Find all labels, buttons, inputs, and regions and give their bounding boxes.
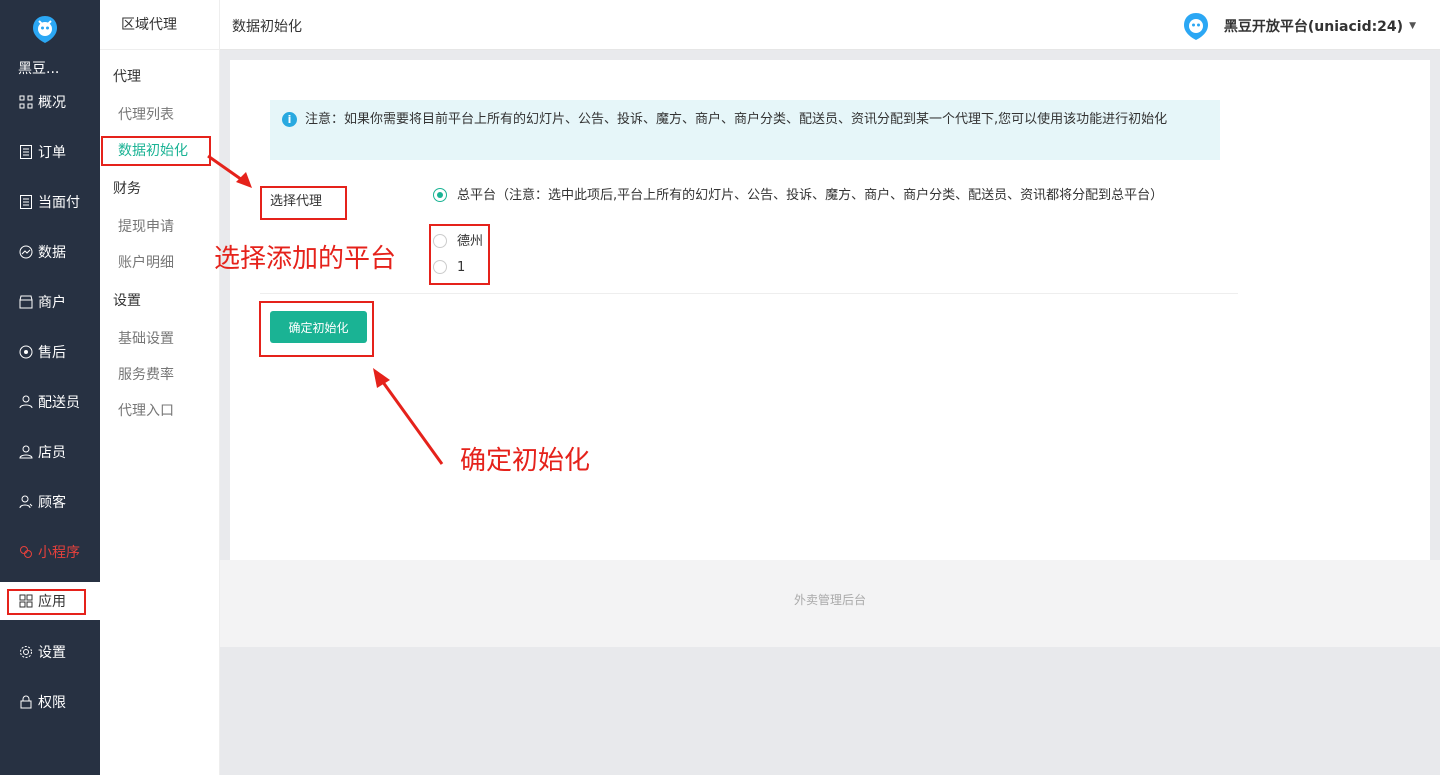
nav-label: 数据 <box>38 245 66 261</box>
divider <box>260 293 1238 294</box>
nav-item-store[interactable]: 商户 <box>0 277 100 327</box>
nav-label: 店员 <box>38 445 66 461</box>
nav-label: 小程序 <box>38 545 80 561</box>
brand-name: 黑豆... <box>18 61 60 77</box>
nav-item-settings[interactable]: 设置 <box>0 627 100 677</box>
nav-label: 商户 <box>38 295 66 311</box>
aftersale-icon <box>18 344 34 360</box>
customer-icon <box>18 494 34 510</box>
top-bar: 数据初始化 黑豆开放平台(uniacid:24) ▼ <box>220 0 1440 50</box>
account-name: 黑豆开放平台(uniacid:24) <box>1223 19 1404 35</box>
nav-item-order[interactable]: 订单 <box>0 127 100 177</box>
nav-item-data[interactable]: 数据 <box>0 227 100 277</box>
info-icon: i <box>282 112 297 127</box>
subnav-group-agent: 代理 <box>113 69 141 85</box>
nav-label: 配送员 <box>38 395 80 411</box>
settings-icon <box>18 644 34 660</box>
nav-item-pay[interactable]: 当面付 <box>0 177 100 227</box>
nav-item-courier[interactable]: 配送员 <box>0 377 100 427</box>
chevron-down-icon: ▼ <box>1409 21 1416 31</box>
clerk-icon <box>18 444 34 460</box>
nav-label: 订单 <box>38 145 66 161</box>
nav-label: 当面付 <box>38 195 80 211</box>
nav-label: 顾客 <box>38 495 66 511</box>
miniprogram-icon <box>18 544 34 560</box>
nav-label: 概况 <box>38 95 66 111</box>
annotation-box-apps <box>7 589 86 615</box>
nav-item-permission[interactable]: 权限 <box>0 677 100 727</box>
courier-icon <box>18 394 34 410</box>
nav-label: 权限 <box>38 695 66 711</box>
account-avatar-icon <box>1183 13 1208 40</box>
annotation-confirm-init: 确定初始化 <box>460 446 591 476</box>
nav-item-miniprogram[interactable]: 小程序 <box>0 527 100 577</box>
subnav-item-agent-list[interactable]: 代理列表 <box>118 104 174 124</box>
page-title: 数据初始化 <box>232 19 302 35</box>
main-nav: 黑豆... 概况 订单 当面付 数据 商户 售后 配送员 店员 顾客 小程序 应… <box>0 0 100 775</box>
nav-item-aftersale[interactable]: 售后 <box>0 327 100 377</box>
nav-item-clerk[interactable]: 店员 <box>0 427 100 477</box>
annotation-select-platform: 选择添加的平台 <box>214 244 397 274</box>
nav-item-overview[interactable]: 概况 <box>0 77 100 127</box>
data-icon <box>18 244 34 260</box>
subnav-item-basic-settings[interactable]: 基础设置 <box>118 328 174 348</box>
radio-label: 总平台（注意：选中此项后,平台上所有的幻灯片、公告、投诉、魔方、商户、商户分类、… <box>457 188 1164 203</box>
radio-option-main-platform[interactable]: 总平台（注意：选中此项后,平台上所有的幻灯片、公告、投诉、魔方、商户、商户分类、… <box>433 186 1168 205</box>
store-icon <box>18 294 34 310</box>
account-menu[interactable]: 黑豆开放平台(uniacid:24) ▼ <box>1182 11 1416 41</box>
sub-nav: 区域代理 代理 代理列表 数据初始化 财务 提现申请 账户明细 设置 基础设置 … <box>100 0 220 775</box>
radio-button[interactable] <box>433 188 447 202</box>
annotation-box-confirm <box>259 301 374 357</box>
logo-icon <box>33 16 57 43</box>
pay-icon <box>18 194 34 210</box>
overview-icon <box>18 94 34 110</box>
subnav-item-service-fee[interactable]: 服务费率 <box>118 364 174 384</box>
footer-text: 外卖管理后台 <box>220 560 1440 647</box>
notice-box: i 注意：如果你需要将目前平台上所有的幻灯片、公告、投诉、魔方、商户、商户分类、… <box>270 100 1220 160</box>
subnav-item-withdraw[interactable]: 提现申请 <box>118 216 174 236</box>
main-panel: i 注意：如果你需要将目前平台上所有的幻灯片、公告、投诉、魔方、商户、商户分类、… <box>230 60 1430 560</box>
page-background <box>220 647 1440 775</box>
nav-label: 售后 <box>38 345 66 361</box>
subnav-item-account-detail[interactable]: 账户明细 <box>118 252 174 272</box>
order-icon <box>18 144 34 160</box>
annotation-box-data-init <box>101 136 211 166</box>
subnav-group-settings: 设置 <box>113 293 141 309</box>
nav-label: 设置 <box>38 645 66 661</box>
subnav-group-finance: 财务 <box>113 181 141 197</box>
annotation-box-field-label <box>260 186 347 220</box>
subnav-title: 区域代理 <box>100 0 219 50</box>
lock-icon <box>18 694 34 710</box>
annotation-box-options <box>429 224 490 285</box>
notice-text: 注意：如果你需要将目前平台上所有的幻灯片、公告、投诉、魔方、商户、商户分类、配送… <box>305 112 1168 127</box>
subnav-item-agent-entry[interactable]: 代理入口 <box>118 400 174 420</box>
nav-item-customer[interactable]: 顾客 <box>0 477 100 527</box>
